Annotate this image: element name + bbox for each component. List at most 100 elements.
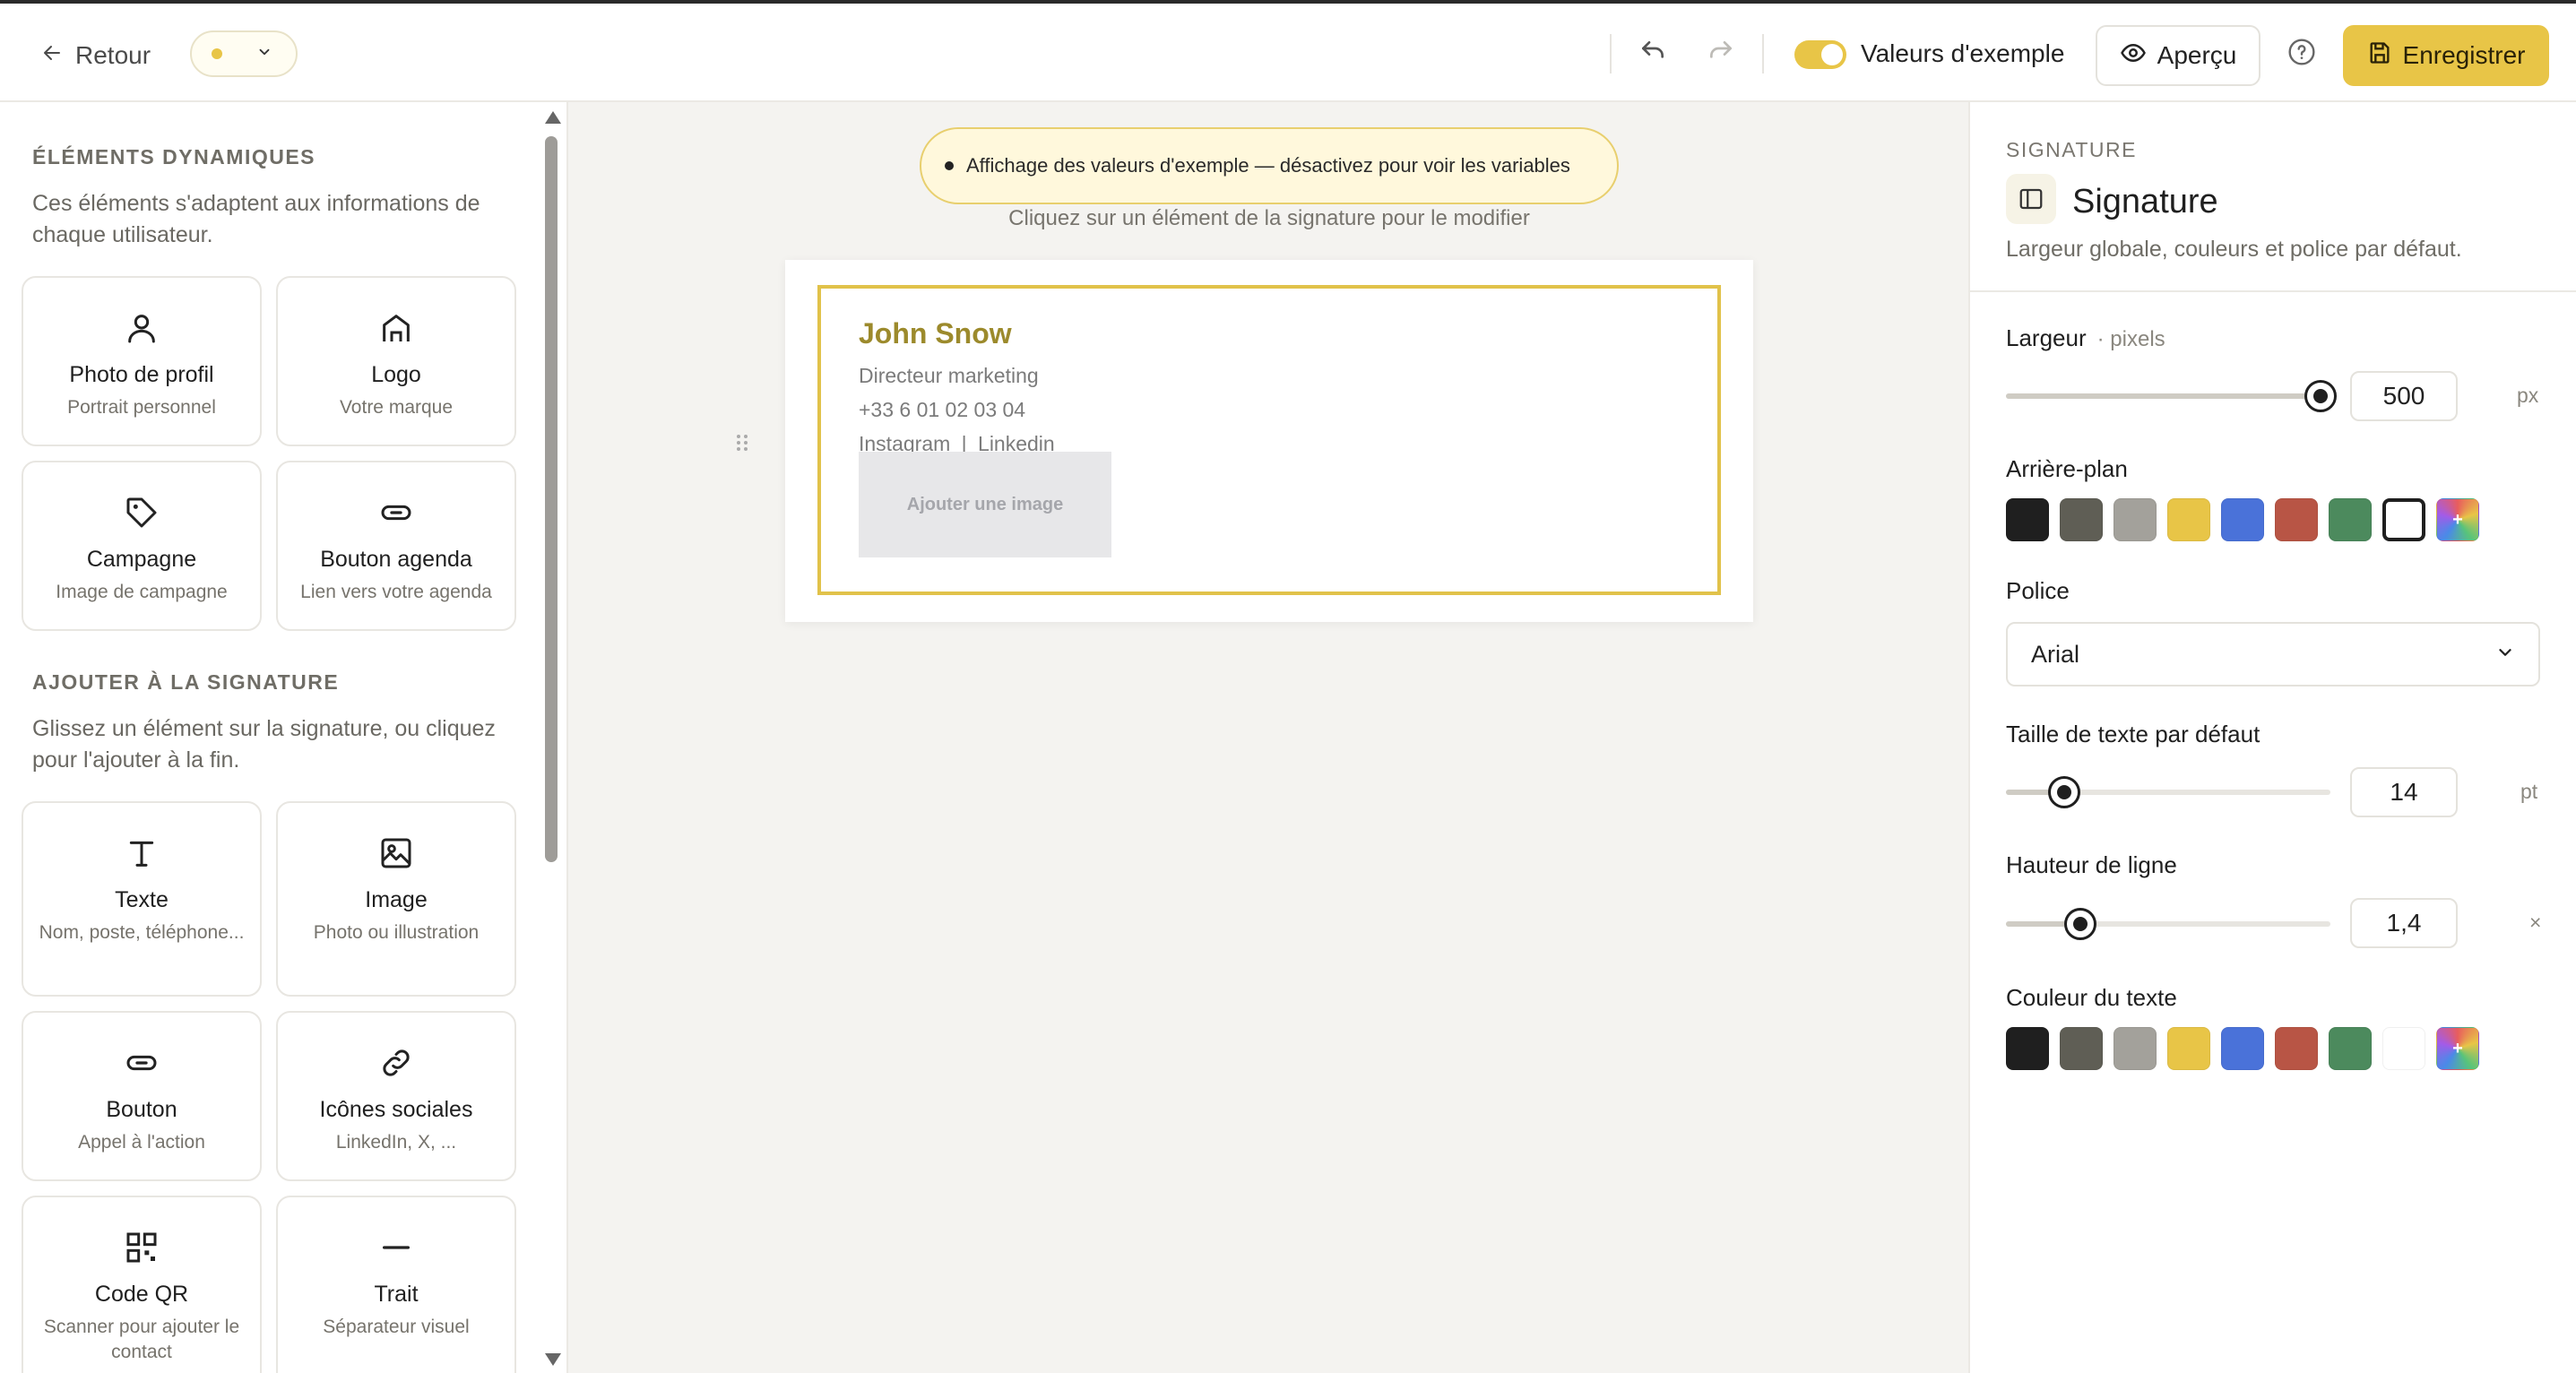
help-icon: [2287, 38, 2316, 71]
element-card-image[interactable]: Image Photo ou illustration: [276, 801, 516, 997]
background-color-swatch[interactable]: [2006, 498, 2049, 541]
scrollbar-thumb[interactable]: [545, 136, 558, 862]
scroll-down-arrow-icon[interactable]: [545, 1353, 561, 1366]
card-subtitle: LinkedIn, X, ...: [335, 1132, 457, 1153]
bullet-dot: [945, 161, 954, 170]
element-card-trait[interactable]: Trait Séparateur visuel: [276, 1196, 516, 1373]
chevron-down-icon: [2495, 641, 2515, 669]
signature-canvas: John Snow Directeur marketing +33 6 01 0…: [785, 260, 1753, 622]
background-color-swatch[interactable]: [2060, 498, 2103, 541]
text-color-swatch[interactable]: [2221, 1027, 2264, 1070]
element-card-logo[interactable]: Logo Votre marque: [276, 276, 516, 446]
click-hint: Cliquez sur un élément de la signature p…: [1008, 206, 1530, 230]
redo-button[interactable]: [1703, 36, 1739, 72]
card-title: Code QR: [94, 1282, 189, 1307]
width-unit: px: [2517, 384, 2539, 407]
save-icon: [2367, 40, 2392, 72]
background-color-swatch[interactable]: [2382, 498, 2425, 541]
save-button[interactable]: Enregistrer: [2343, 25, 2549, 86]
drag-handle-icon[interactable]: [733, 432, 751, 453]
signature-phone[interactable]: +33 6 01 02 03 04: [859, 398, 1025, 422]
button-pill-icon: [378, 493, 414, 532]
preview-button[interactable]: Aperçu: [2096, 25, 2260, 86]
banner-text: Affichage des valeurs d'exemple — désact…: [966, 154, 1570, 177]
element-card-campagne[interactable]: Campagne Image de campagne: [22, 461, 262, 631]
card-title: Logo: [371, 362, 421, 387]
background-label: Arrière-plan: [2006, 455, 2128, 482]
card-title: Bouton: [106, 1097, 177, 1122]
card-subtitle: Image de campagne: [56, 582, 228, 602]
slider-knob[interactable]: [2048, 776, 2081, 808]
custom-color-plus-icon[interactable]: +: [2436, 498, 2479, 541]
sample-values-toggle[interactable]: [1794, 40, 1846, 69]
eye-icon: [2120, 39, 2147, 73]
text-color-swatch[interactable]: [2275, 1027, 2318, 1070]
width-unit-hint: · pixels: [2096, 327, 2165, 351]
background-color-swatch[interactable]: [2221, 498, 2264, 541]
width-slider[interactable]: [2006, 380, 2338, 412]
status-dot: [212, 48, 222, 59]
card-title: Image: [365, 887, 428, 912]
properties-panel: SIGNATURE Signature Largeur globale, cou…: [1968, 102, 2576, 1373]
back-button[interactable]: Retour: [41, 38, 151, 73]
panel-title: Signature: [2072, 183, 2218, 220]
undo-button[interactable]: [1635, 36, 1671, 72]
element-card-bouton-agenda[interactable]: Bouton agenda Lien vers votre agenda: [276, 461, 516, 631]
add-section-description: Glissez un élément sur la signature, ou …: [32, 716, 496, 773]
card-subtitle: Photo ou illustration: [313, 922, 480, 943]
element-card-photo-profil[interactable]: Photo de profil Portrait personnel: [22, 276, 262, 446]
custom-color-plus-icon[interactable]: +: [2436, 1027, 2479, 1070]
toolbar-divider: [1610, 34, 1612, 73]
background-color-swatch[interactable]: [2275, 498, 2318, 541]
text-size-slider[interactable]: [2006, 776, 2330, 808]
background-color-swatch[interactable]: [2114, 498, 2157, 541]
signature-role[interactable]: Directeur marketing: [859, 364, 1039, 388]
card-title: Trait: [374, 1282, 419, 1307]
scroll-up-arrow-icon[interactable]: [545, 111, 561, 124]
status-dropdown[interactable]: [190, 30, 298, 77]
signature-name[interactable]: John Snow: [859, 317, 1012, 350]
element-card-icones-sociales[interactable]: Icônes sociales LinkedIn, X, ...: [276, 1011, 516, 1181]
slider-knob[interactable]: [2064, 908, 2097, 940]
undo-icon: [1638, 38, 1667, 71]
card-subtitle: Nom, poste, téléphone...: [39, 922, 245, 943]
font-select[interactable]: Arial: [2006, 622, 2540, 686]
card-title: Icônes sociales: [319, 1097, 473, 1122]
line-height-label: Hauteur de ligne: [2006, 851, 2177, 878]
slider-knob[interactable]: [2304, 380, 2338, 412]
element-card-texte[interactable]: Texte Nom, poste, téléphone...: [22, 801, 262, 997]
slider-fill: [2006, 393, 2321, 399]
link-icon: [378, 1043, 414, 1083]
panel-description: Largeur globale, couleurs et police par …: [2006, 237, 2462, 262]
button-pill-icon: [124, 1043, 160, 1083]
card-subtitle: Votre marque: [339, 397, 454, 418]
card-subtitle: Portrait personnel: [67, 397, 216, 418]
text-color-swatch[interactable]: [2114, 1027, 2157, 1070]
elements-sidebar: ÉLÉMENTS DYNAMIQUES Ces éléments s'adapt…: [0, 102, 568, 1373]
text-size-label: Taille de texte par défaut: [2006, 721, 2260, 747]
image-placeholder[interactable]: Ajouter une image: [859, 452, 1111, 557]
signature-frame[interactable]: John Snow Directeur marketing +33 6 01 0…: [817, 285, 1721, 595]
element-card-code-qr[interactable]: Code QR Scanner pour ajouter le contact: [22, 1196, 262, 1373]
text-color-swatch[interactable]: [2006, 1027, 2049, 1070]
back-label: Retour: [75, 41, 151, 69]
line-height-input[interactable]: 1,4: [2350, 898, 2458, 948]
background-color-swatch[interactable]: [2329, 498, 2372, 541]
text-color-swatch[interactable]: [2382, 1027, 2425, 1070]
text-color-swatch[interactable]: [2060, 1027, 2103, 1070]
text-color-swatch[interactable]: [2329, 1027, 2372, 1070]
text-size-input[interactable]: 14: [2350, 767, 2458, 817]
width-input[interactable]: 500: [2350, 371, 2458, 421]
background-color-swatch[interactable]: [2167, 498, 2210, 541]
toolbar-divider: [1762, 34, 1764, 73]
sample-values-banner: Affichage des valeurs d'exemple — désact…: [920, 127, 1619, 204]
line-height-slider[interactable]: [2006, 908, 2330, 940]
text-color-swatch[interactable]: [2167, 1027, 2210, 1070]
help-button[interactable]: [2284, 36, 2320, 72]
divider-line-icon: [378, 1228, 414, 1267]
element-card-bouton[interactable]: Bouton Appel à l'action: [22, 1011, 262, 1181]
width-label: Largeur · pixels: [2006, 324, 2165, 352]
layout-icon: [2006, 174, 2056, 224]
card-subtitle: Appel à l'action: [78, 1132, 205, 1153]
add-section-title: AJOUTER À LA SIGNATURE: [32, 670, 340, 694]
